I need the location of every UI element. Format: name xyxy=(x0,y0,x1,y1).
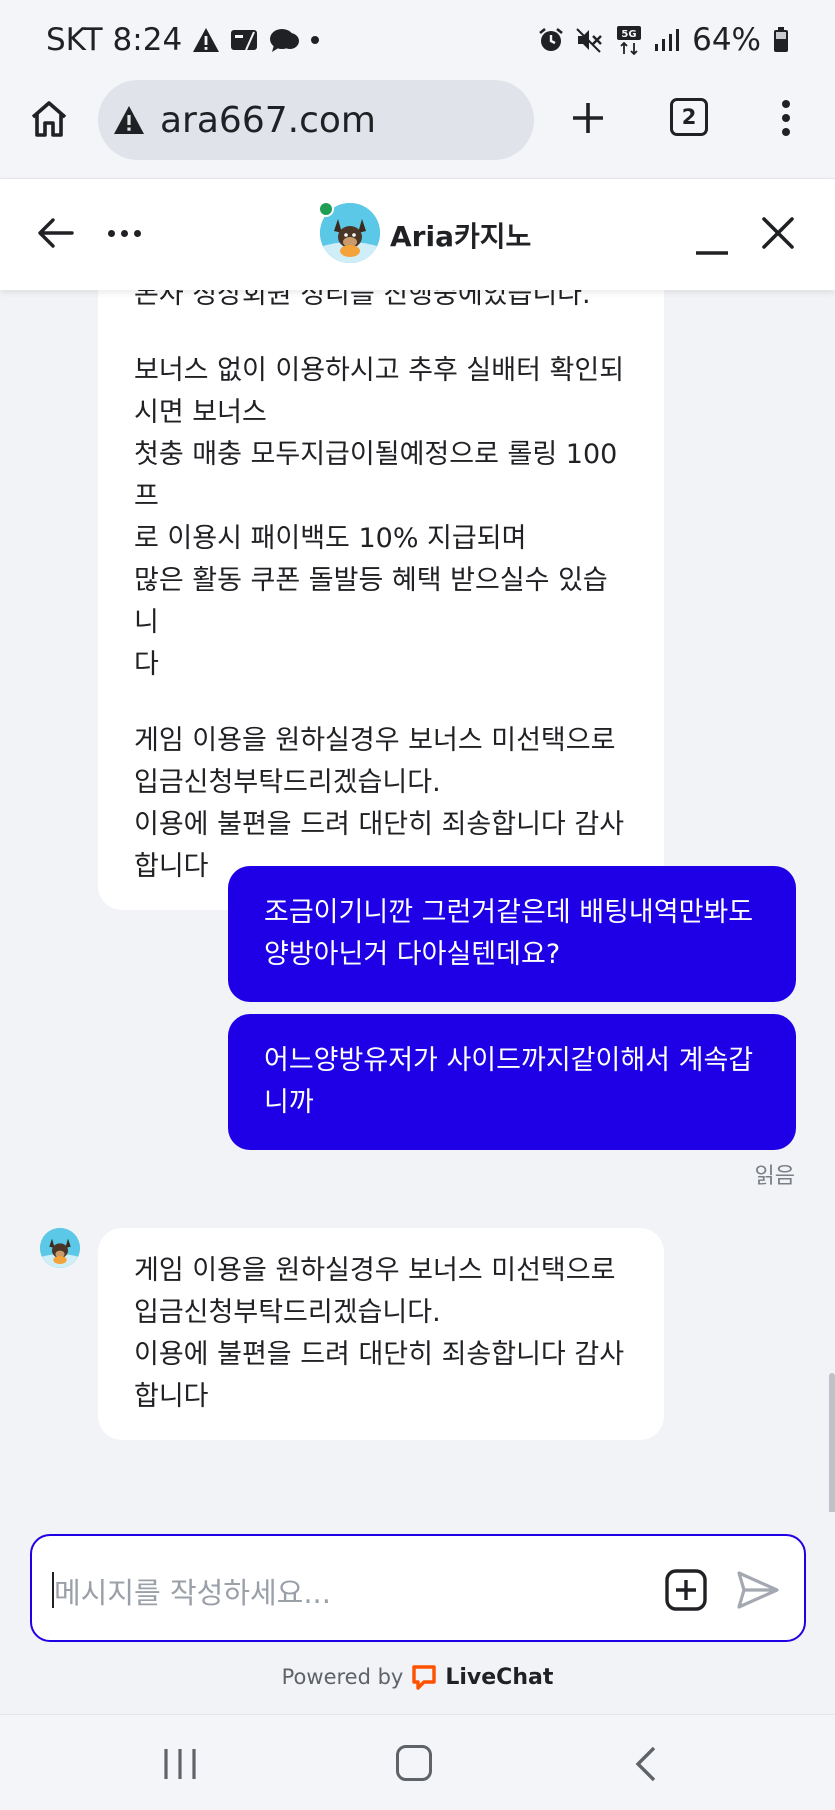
alarm-icon xyxy=(538,27,564,53)
home-button[interactable] xyxy=(26,96,72,142)
system-nav-bar xyxy=(0,1714,835,1810)
card-icon xyxy=(230,28,258,52)
signal-icon xyxy=(654,28,680,52)
status-left: SKT 8:24 xyxy=(46,22,320,58)
agent-message-bubble: 본사 정상회원 정리를 진행중에있습니다. 보너스 없이 이용하시고 추후 실배… xyxy=(98,290,664,910)
url-text: ara667.com xyxy=(160,99,376,141)
mute-icon xyxy=(576,27,604,53)
visitor-message-bubble: 조금이기니깐 그런거같은데 배팅내역만봐도 양방아닌거 다아실텐데요? xyxy=(228,866,796,1002)
send-button[interactable] xyxy=(734,1566,782,1614)
cloud-icon xyxy=(268,27,300,53)
home-icon xyxy=(31,101,67,137)
powered-by-label: Powered by xyxy=(281,1665,404,1689)
chat-options-button[interactable] xyxy=(100,217,148,249)
svg-text:5G: 5G xyxy=(622,29,637,40)
browser-toolbar: ara667.com 2 xyxy=(0,80,835,178)
livechat-brand[interactable]: LiveChat xyxy=(445,1665,553,1690)
clock: 8:24 xyxy=(112,22,183,58)
browser-menu-button[interactable] xyxy=(772,92,800,144)
chat-header: Aria카지노 xyxy=(0,178,835,290)
livechat-logo-icon xyxy=(412,1665,437,1690)
dot-icon xyxy=(133,229,141,237)
tab-count: 2 xyxy=(681,105,697,129)
read-receipt: 읽음 xyxy=(754,1164,795,1189)
tab-switcher-button[interactable]: 2 xyxy=(670,98,708,136)
battery-percent: 64% xyxy=(692,22,761,58)
address-bar[interactable]: ara667.com xyxy=(98,80,534,160)
attach-button[interactable] xyxy=(664,1568,708,1612)
system-home-button[interactable] xyxy=(396,1745,432,1781)
dot-icon xyxy=(120,229,128,237)
visitor-message-bubble: 어느양방유저가 사이드까지같이해서 계속갑 니까 xyxy=(228,1014,796,1150)
message-text: 게임 이용을 원하실경우 보너스 미선택으로 입금신청부탁드리겠습니다. 이용에… xyxy=(134,1255,625,1412)
back-button[interactable] xyxy=(36,213,76,253)
message-input[interactable]: 메시지를 작성하세요... xyxy=(30,1534,806,1642)
dog-mascot-icon xyxy=(40,1228,80,1268)
system-back-button[interactable] xyxy=(632,1745,660,1783)
agent-avatar xyxy=(40,1228,80,1268)
message-list[interactable]: 본사 정상회원 정리를 진행중에있습니다. 보너스 없이 이용하시고 추후 실배… xyxy=(0,290,835,1512)
chevron-left-icon xyxy=(635,1746,656,1782)
add-attachment-icon xyxy=(665,1569,707,1611)
message-text: 본사 정상회원 정리를 진행중에있습니다. xyxy=(134,290,591,310)
battery-icon xyxy=(773,27,789,53)
arrow-left-icon xyxy=(38,218,74,248)
composer: 메시지를 작성하세요... Powered by LiveChat xyxy=(0,1512,835,1714)
message-text: 게임 이용을 원하실경우 보너스 미선택으로 입금신청부탁드리겠습니다. 이용에… xyxy=(134,725,625,882)
plus-icon xyxy=(573,103,603,133)
minimize-icon xyxy=(696,251,728,255)
agent-name: Aria카지노 xyxy=(390,220,532,253)
message-text: 보너스 없이 이용하시고 추후 실배터 확인되 시면 보너스 첫충 매충 모두지… xyxy=(134,355,625,680)
status-right: 5G 64% xyxy=(538,22,789,58)
message-input-placeholder: 메시지를 작성하세요... xyxy=(54,1576,331,1610)
dot-icon xyxy=(107,229,115,237)
minimize-button[interactable] xyxy=(692,219,732,259)
more-vertical-icon xyxy=(782,100,790,136)
send-icon xyxy=(737,1571,779,1609)
carrier-label: SKT xyxy=(46,22,103,58)
close-icon xyxy=(762,217,794,249)
close-button[interactable] xyxy=(756,211,800,255)
powered-by: Powered by LiveChat xyxy=(0,1664,835,1690)
status-bar: SKT 8:24 5G 64% xyxy=(0,0,835,80)
agent-message-bubble: 게임 이용을 원하실경우 보너스 미선택으로 입금신청부탁드리겠습니다. 이용에… xyxy=(98,1228,664,1440)
scrollbar[interactable] xyxy=(829,1373,835,1512)
online-status-dot xyxy=(318,201,334,217)
recent-apps-icon xyxy=(164,1749,196,1779)
warning-icon xyxy=(192,27,220,53)
dot-icon xyxy=(310,35,320,45)
recent-apps-button[interactable] xyxy=(160,1747,200,1781)
new-tab-button[interactable] xyxy=(564,94,612,142)
data-icon: 5G xyxy=(616,25,642,55)
warning-icon xyxy=(114,106,144,134)
